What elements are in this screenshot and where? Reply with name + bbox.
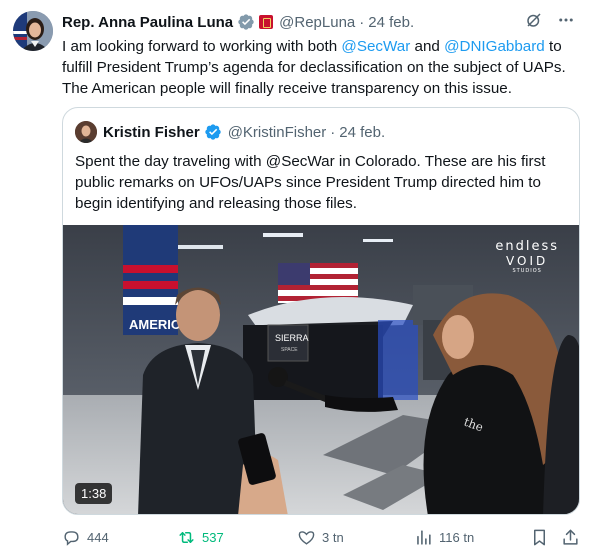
- more-options-icon[interactable]: [557, 11, 575, 33]
- verified-blue-icon: [204, 123, 222, 141]
- heart-icon: [298, 531, 315, 545]
- mention-dnigabbard-link[interactable]: @DNIGabbard: [444, 38, 545, 55]
- backdrop-sign: SIERRA: [275, 333, 309, 343]
- tweet-text: I am looking forward to working with bot…: [62, 36, 582, 99]
- quoted-author-name[interactable]: Kristin Fisher: [103, 124, 200, 141]
- like-count: 3 tn: [322, 530, 344, 545]
- separator-dot: ·: [359, 13, 365, 31]
- tweet-text-part: I am looking forward to working with bot…: [62, 38, 342, 55]
- repost-count: 537: [202, 530, 224, 545]
- author-avatar[interactable]: [13, 11, 53, 51]
- views-chart-icon: [417, 530, 431, 545]
- quoted-text: Spent the day traveling with @SecWar in …: [75, 153, 546, 212]
- congress-seal-icon: [259, 15, 274, 29]
- share-button[interactable]: [561, 528, 580, 547]
- tweet-text-part: and: [410, 38, 445, 55]
- watermark-line3: STUDIOS: [512, 268, 542, 274]
- like-button[interactable]: 3 tn: [297, 528, 344, 547]
- tweet-header: Rep. Anna Paulina Luna @RepLuna · 24 feb…: [62, 11, 575, 33]
- view-count: 116 tn: [439, 530, 475, 545]
- grok-icon[interactable]: [525, 11, 543, 33]
- watermark-line1: endless: [495, 239, 559, 254]
- watermark-line2: VOID: [506, 254, 549, 268]
- video-watermark: endless VOID STUDIOS: [495, 239, 559, 274]
- mention-secwar-link[interactable]: @SecWar: [341, 38, 410, 55]
- reply-button[interactable]: 444: [62, 528, 109, 547]
- bookmark-icon: [533, 529, 546, 546]
- quoted-author-handle[interactable]: @KristinFisher: [228, 124, 327, 141]
- author-name[interactable]: Rep. Anna Paulina Luna: [62, 14, 233, 31]
- repost-icon: [179, 531, 194, 544]
- reply-icon: [64, 531, 79, 546]
- quoted-date[interactable]: 24 feb.: [339, 124, 385, 141]
- reply-count: 444: [87, 530, 109, 545]
- quoted-tweet-card[interactable]: Kristin Fisher @KristinFisher · 24 feb. …: [62, 107, 580, 515]
- backdrop-sub: SPACE: [281, 347, 298, 353]
- views-button[interactable]: 116 tn: [414, 528, 474, 547]
- repost-button[interactable]: 537: [177, 528, 224, 547]
- video-player[interactable]: AMERIC SIERRA SPACE the endless VOID STU…: [63, 225, 579, 514]
- quoted-header: Kristin Fisher @KristinFisher · 24 feb.: [75, 120, 385, 144]
- banner-text: AMERIC: [129, 317, 181, 332]
- quoted-author-avatar[interactable]: [75, 121, 97, 143]
- tweet-action-bar: 444 537 3 tn 116 tn: [62, 525, 582, 551]
- video-duration: 1:38: [75, 483, 113, 504]
- share-icon: [563, 529, 578, 545]
- tweet-date[interactable]: 24 feb.: [368, 14, 414, 31]
- author-handle[interactable]: @RepLuna: [279, 14, 355, 31]
- bookmark-button[interactable]: [530, 528, 549, 547]
- separator-dot: ·: [330, 123, 336, 141]
- verified-gray-icon: [237, 13, 255, 31]
